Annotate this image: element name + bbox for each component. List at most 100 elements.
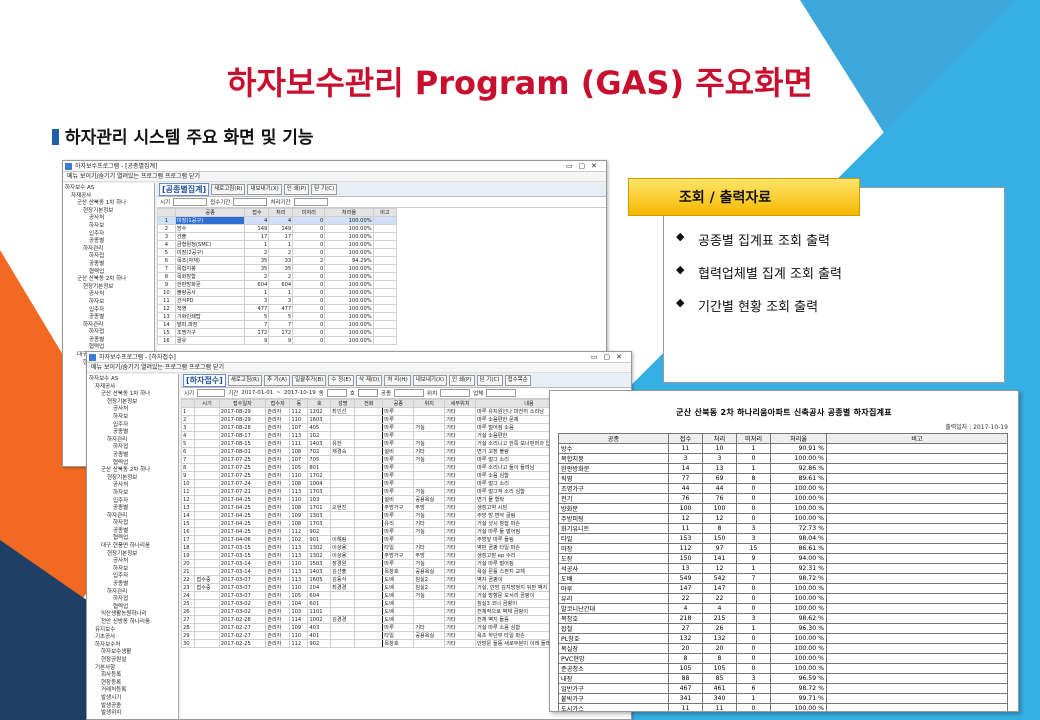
toolbar-button[interactable]: 수 정(E) xyxy=(328,375,355,386)
table-row[interactable]: 15 조명가구 172 172 0 100.00% xyxy=(157,328,398,337)
table-row[interactable]: 7 목합지붕 35 35 0 100.00% xyxy=(157,264,398,273)
column-header[interactable]: 시기 xyxy=(194,399,220,408)
tree-node[interactable]: 군산 산북동 1차 하나 xyxy=(89,391,176,399)
tree-node[interactable]: 공종별 xyxy=(65,238,152,246)
table-row[interactable]: 13 기화인쇄탑 5 5 0 100.00% xyxy=(157,312,398,321)
tree-node[interactable]: 입주자 xyxy=(89,422,176,430)
tree-node[interactable]: 공종별 xyxy=(65,314,152,322)
tree-node[interactable]: 공사처 xyxy=(65,215,152,223)
table-row[interactable]: 6 목조(자재) 35 33 2 94.29% xyxy=(157,256,398,265)
tree-node[interactable]: 입주자 xyxy=(65,231,152,239)
table-row[interactable]: 14 발파,파장 7 7 0 100.00% xyxy=(157,320,398,329)
tree-node[interactable]: 협력업 xyxy=(89,535,176,543)
tree-node[interactable]: 대구 현풍면 하나리움 xyxy=(89,543,176,551)
print-button[interactable]: 인 쇄(P) xyxy=(283,184,310,195)
column-header[interactable]: 접수자 xyxy=(265,399,291,408)
window-controls[interactable]: ▭▢✕ xyxy=(566,161,603,172)
tree-node[interactable]: 천안 신방동 하나리움 xyxy=(89,619,176,627)
column-header[interactable]: 공종 xyxy=(382,399,415,408)
column-header[interactable]: 공종 xyxy=(174,208,246,217)
tree-node[interactable]: 발생위치 xyxy=(89,710,176,718)
toolbar-button[interactable]: 추 가(A) xyxy=(264,375,291,386)
tree-node[interactable]: 하자관리 xyxy=(89,589,176,597)
tree-node[interactable]: 하자보 xyxy=(89,566,176,574)
tree-node[interactable]: 입주자 xyxy=(89,573,176,581)
tree-node[interactable]: 현장공원설 xyxy=(89,657,176,665)
trade-select[interactable] xyxy=(394,389,425,397)
tree-node[interactable]: 회사등록 xyxy=(89,672,176,680)
table-row[interactable]: 4 금형원청(SMC) 1 1 0 100.00% xyxy=(157,240,398,249)
tree-node[interactable]: 하자관리 xyxy=(65,246,152,254)
column-header[interactable]: 동 xyxy=(289,399,309,408)
table-row[interactable]: 1 미장(1공구) 4 4 0 100.00% xyxy=(157,216,398,225)
tree-node[interactable]: 현장기본정보 xyxy=(89,551,176,559)
table-row[interactable]: 2 방수 149 149 0 100.00% xyxy=(157,224,398,233)
tree-node[interactable]: 발생시기 xyxy=(89,695,176,703)
tree-node[interactable]: 현장기본정보 xyxy=(89,475,176,483)
tree-node[interactable]: 현장기본정보 xyxy=(65,208,152,216)
tree-node[interactable]: 공종별 xyxy=(65,337,152,345)
tree-node[interactable]: 공종별 xyxy=(65,261,152,269)
tree-node[interactable]: 하자보 xyxy=(65,223,152,231)
vendor-select[interactable] xyxy=(486,389,517,397)
tree-node[interactable]: 현장기본정보 xyxy=(89,399,176,407)
table-row[interactable]: 12 직영 477 477 0 100.00% xyxy=(157,304,398,313)
tree-node[interactable]: 하자관리 xyxy=(65,322,152,330)
column-header[interactable]: 미처리 xyxy=(292,208,326,217)
tree-node[interactable]: 공사처 xyxy=(89,406,176,414)
tree-node[interactable]: 군산 산북동 2차 하나 xyxy=(89,467,176,475)
menu-bar[interactable]: 메뉴 보이기/숨기기 열려있는 프로그램 프로그램 닫기 xyxy=(87,363,631,373)
tree-node[interactable]: 입주자 xyxy=(89,498,176,506)
tree-node[interactable]: 거래처등록 xyxy=(89,687,176,695)
tree-node[interactable]: 하자보수생활 xyxy=(89,649,176,657)
tree-node[interactable]: 하자보 xyxy=(65,299,152,307)
toolbar-button[interactable]: 닫 기(C) xyxy=(476,375,503,386)
table-row[interactable]: 9 한판방화문 604 604 0 100.00% xyxy=(157,280,398,289)
tree-node[interactable]: 공종별 xyxy=(89,581,176,589)
tree-node[interactable]: 공종별 xyxy=(89,505,176,513)
tree-node[interactable]: 공종별 xyxy=(89,429,176,437)
toolbar-button[interactable]: 삭 제(D) xyxy=(356,375,383,386)
toolbar-button[interactable]: 내보내기(X) xyxy=(412,375,448,386)
export-button[interactable]: 내보내기(X) xyxy=(247,184,282,195)
column-header[interactable]: 전화 xyxy=(354,399,384,408)
location-select[interactable] xyxy=(440,389,471,397)
tree-node[interactable]: 하자관리 xyxy=(89,513,176,521)
close-button[interactable]: 닫 기(C) xyxy=(311,184,338,195)
tree-node[interactable]: 공사처 xyxy=(89,482,176,490)
summary-grid[interactable]: 공종 접수 처리 미처리 처리율 비고 1 미장(1공구) 4 4 0 100.00% 2 방수 149 14… xyxy=(157,208,398,345)
refresh-button[interactable]: 새로고침(R) xyxy=(211,184,246,195)
toolbar-button[interactable]: 처 리(H) xyxy=(384,375,411,386)
table-row[interactable]: 11 건식PD 3 3 0 100.00% xyxy=(157,296,398,305)
tree-node[interactable]: 기초공사 xyxy=(89,634,176,642)
toolbar-button[interactable]: 접수목순 xyxy=(504,375,531,386)
tree-node[interactable]: 공사처 xyxy=(65,291,152,299)
tree-node[interactable]: 하자접 xyxy=(89,596,176,604)
tree-node[interactable]: 하자보 xyxy=(89,414,176,422)
tree-node[interactable]: 하자접 xyxy=(65,253,152,261)
tree-node[interactable]: 익산생활농원하나리 xyxy=(89,611,176,619)
building-input[interactable] xyxy=(326,389,347,397)
tree-node[interactable]: 하자보수 AS xyxy=(65,185,152,193)
date-to[interactable]: 2017-10-19 xyxy=(284,390,316,396)
nav-tree[interactable]: 하자보수 AS 자재공사 군산 산북동 1차 하나 현장기본정보 공사처 하자보 입주자 공종… xyxy=(87,374,179,719)
tree-node[interactable]: 하자접 xyxy=(65,329,152,337)
toolbar-button[interactable]: 일괄추가(B) xyxy=(292,375,327,386)
table-row[interactable]: 3 건출 17 17 0 100.00% xyxy=(157,232,398,241)
date-from[interactable]: 2017-01-01 xyxy=(241,390,273,396)
toolbar-button[interactable]: 인 쇄(P) xyxy=(449,375,475,386)
table-row[interactable]: 10 불량공사 1 1 0 100.00% xyxy=(157,288,398,297)
tree-node[interactable]: 하자접 xyxy=(89,444,176,452)
window-controls[interactable]: ▭▢✕ xyxy=(591,352,628,363)
column-header[interactable]: 처리 xyxy=(268,208,294,217)
column-header[interactable]: 접수 xyxy=(244,208,270,217)
column-header[interactable] xyxy=(181,399,196,408)
column-header[interactable] xyxy=(157,208,176,217)
tree-node[interactable]: 공종별 xyxy=(89,452,176,460)
tree-node[interactable]: 하자보수 AS xyxy=(89,376,176,384)
tree-node[interactable]: 발생공종 xyxy=(89,703,176,711)
column-header[interactable]: 비고 xyxy=(372,208,398,217)
table-row[interactable]: 5 미장(2공구) 2 2 0 100.00% xyxy=(157,248,398,257)
tree-node[interactable]: 협력업 xyxy=(89,460,176,468)
column-header[interactable]: 접수일자 xyxy=(218,399,267,408)
